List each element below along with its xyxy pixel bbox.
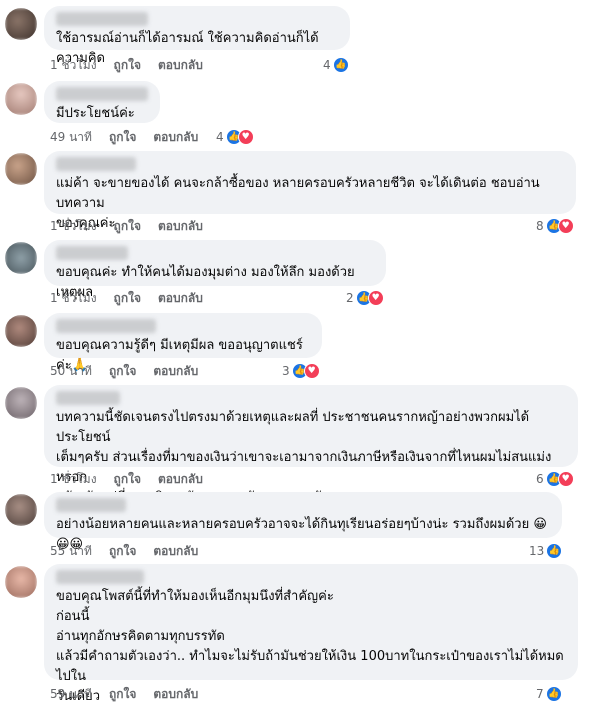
reply-button[interactable]: ตอบกลับ [158, 471, 203, 487]
like-button[interactable]: ถูกใจ [109, 363, 136, 379]
comment-time[interactable]: 1 ชั่วโมง [50, 57, 97, 73]
like-button[interactable]: ถูกใจ [109, 129, 136, 145]
like-button[interactable]: ถูกใจ [109, 543, 136, 559]
reply-button[interactable]: ตอบกลับ [153, 129, 198, 145]
reaction-summary[interactable]: 4 👍 ♥ [216, 129, 254, 145]
comment-time[interactable]: 55 นาที [50, 543, 92, 559]
avatar[interactable] [5, 387, 37, 419]
like-button[interactable]: ถูกใจ [114, 471, 141, 487]
comment-bubble: ขอบคุณความรู้ดีๆ มีเหตุมีผล ขออนุญาตแชร์… [44, 313, 322, 373]
heart-icon: ♥ [557, 471, 574, 487]
comment-text-body: อย่างน้อยหลายคนและหลายครอบครัวอาจจะได้กิ… [56, 517, 530, 532]
comment-author[interactable] [56, 157, 136, 171]
reply-button[interactable]: ตอบกลับ [158, 57, 203, 73]
reaction-count: 4 [216, 130, 224, 144]
comment-time[interactable]: 1 ชั่วโมง [50, 218, 97, 234]
reaction-count: 7 [536, 687, 544, 701]
comment-actions: 55 นาที ถูกใจ ตอบกลับ [50, 543, 198, 559]
reaction-count: 13 [529, 544, 545, 558]
thumbs-up-icon: 👍 [332, 57, 349, 73]
reaction-summary[interactable]: 8 👍 ♥ [536, 218, 574, 234]
reply-button[interactable]: ตอบกลับ [153, 543, 198, 559]
avatar[interactable] [5, 242, 37, 274]
comment-actions: 49 นาที ถูกใจ ตอบกลับ [50, 129, 198, 145]
like-button[interactable]: ถูกใจ [114, 218, 141, 234]
reply-button[interactable]: ตอบกลับ [153, 686, 198, 702]
reaction-count: 4 [323, 58, 331, 72]
comment-actions: 59 นาที ถูกใจ ตอบกลับ [50, 686, 198, 702]
reaction-count: 2 [346, 291, 354, 305]
like-button[interactable]: ถูกใจ [109, 686, 136, 702]
comment-bubble: ขอบคุณค่ะ ทำให้คนได้มองมุมต่าง มองให้ลึก… [44, 240, 386, 300]
comment-time[interactable]: 1 ชั่วโมง [50, 290, 97, 306]
heart-icon: ♥ [303, 363, 320, 379]
comment-bubble: มีประโยชน์ค่ะ [44, 81, 160, 123]
reaction-summary[interactable]: 6 👍 ♥ [536, 471, 574, 487]
comment-bubble: แม่ค้า จะขายของได้ คนจะกล้าซื้อของ หลายค… [44, 151, 576, 231]
comment-actions: 1 ชั่วโมง ถูกใจ ตอบกลับ [50, 218, 203, 234]
comment-text: มีประโยชน์ค่ะ [56, 106, 135, 121]
comment-author[interactable] [56, 391, 120, 405]
avatar[interactable] [5, 315, 37, 347]
heart-icon: ♥ [557, 218, 574, 234]
comment-time[interactable]: 59 นาที [50, 686, 92, 702]
avatar[interactable] [5, 566, 37, 598]
reaction-summary[interactable]: 4 👍 [323, 57, 349, 73]
avatar[interactable] [5, 8, 37, 40]
reply-button[interactable]: ตอบกลับ [158, 218, 203, 234]
reaction-summary[interactable]: 7 👍 [536, 686, 562, 702]
like-button[interactable]: ถูกใจ [114, 290, 141, 306]
comment-author[interactable] [56, 87, 148, 101]
reply-button[interactable]: ตอบกลับ [158, 290, 203, 306]
heart-icon: ♥ [367, 290, 384, 306]
avatar[interactable] [5, 494, 37, 526]
comment-author[interactable] [56, 319, 156, 333]
comment-author[interactable] [56, 570, 144, 584]
reaction-count: 6 [536, 472, 544, 486]
heart-icon: ♥ [237, 129, 254, 145]
comment-actions: 50 นาที ถูกใจ ตอบกลับ [50, 363, 198, 379]
thumbs-up-icon: 👍 [545, 686, 562, 702]
comment-time[interactable]: 1 ชั่วโมง [50, 471, 97, 487]
avatar[interactable] [5, 153, 37, 185]
comment-bubble: บทความนี้ชัดเจนตรงไปตรงมาด้วยเหตุและผลที… [44, 385, 578, 505]
comment-actions: 1 ชั่วโมง ถูกใจ ตอบกลับ [50, 290, 203, 306]
comment-bubble: ใช้อารมณ์อ่านก็ได้อารมณ์ ใช้ความคิดอ่านก… [44, 6, 350, 66]
reaction-summary[interactable]: 2 👍 ♥ [346, 290, 384, 306]
comment-actions: 1 ชั่วโมง ถูกใจ ตอบกลับ [50, 471, 203, 487]
reaction-count: 8 [536, 219, 544, 233]
comment-bubble: อย่างน้อยหลายคนและหลายครอบครัวอาจจะได้กิ… [44, 492, 562, 552]
comment-actions: 1 ชั่วโมง ถูกใจ ตอบกลับ [50, 57, 203, 73]
thumbs-up-icon: 👍 [546, 543, 563, 559]
comment-time[interactable]: 50 นาที [50, 363, 92, 379]
comment-bubble: ขอบคุณโพสต์นี้ที่ทำให้มองเห็นอีกมุมนึงที… [44, 564, 578, 704]
comment-time[interactable]: 49 นาที [50, 129, 92, 145]
avatar[interactable] [5, 83, 37, 115]
comment-author[interactable] [56, 246, 128, 260]
reaction-count: 3 [282, 364, 290, 378]
reaction-summary[interactable]: 3 👍 ♥ [282, 363, 320, 379]
comment-author[interactable] [56, 498, 126, 512]
reaction-summary[interactable]: 13 👍 [529, 543, 563, 559]
reply-button[interactable]: ตอบกลับ [153, 363, 198, 379]
comment-author[interactable] [56, 12, 148, 26]
like-button[interactable]: ถูกใจ [114, 57, 141, 73]
